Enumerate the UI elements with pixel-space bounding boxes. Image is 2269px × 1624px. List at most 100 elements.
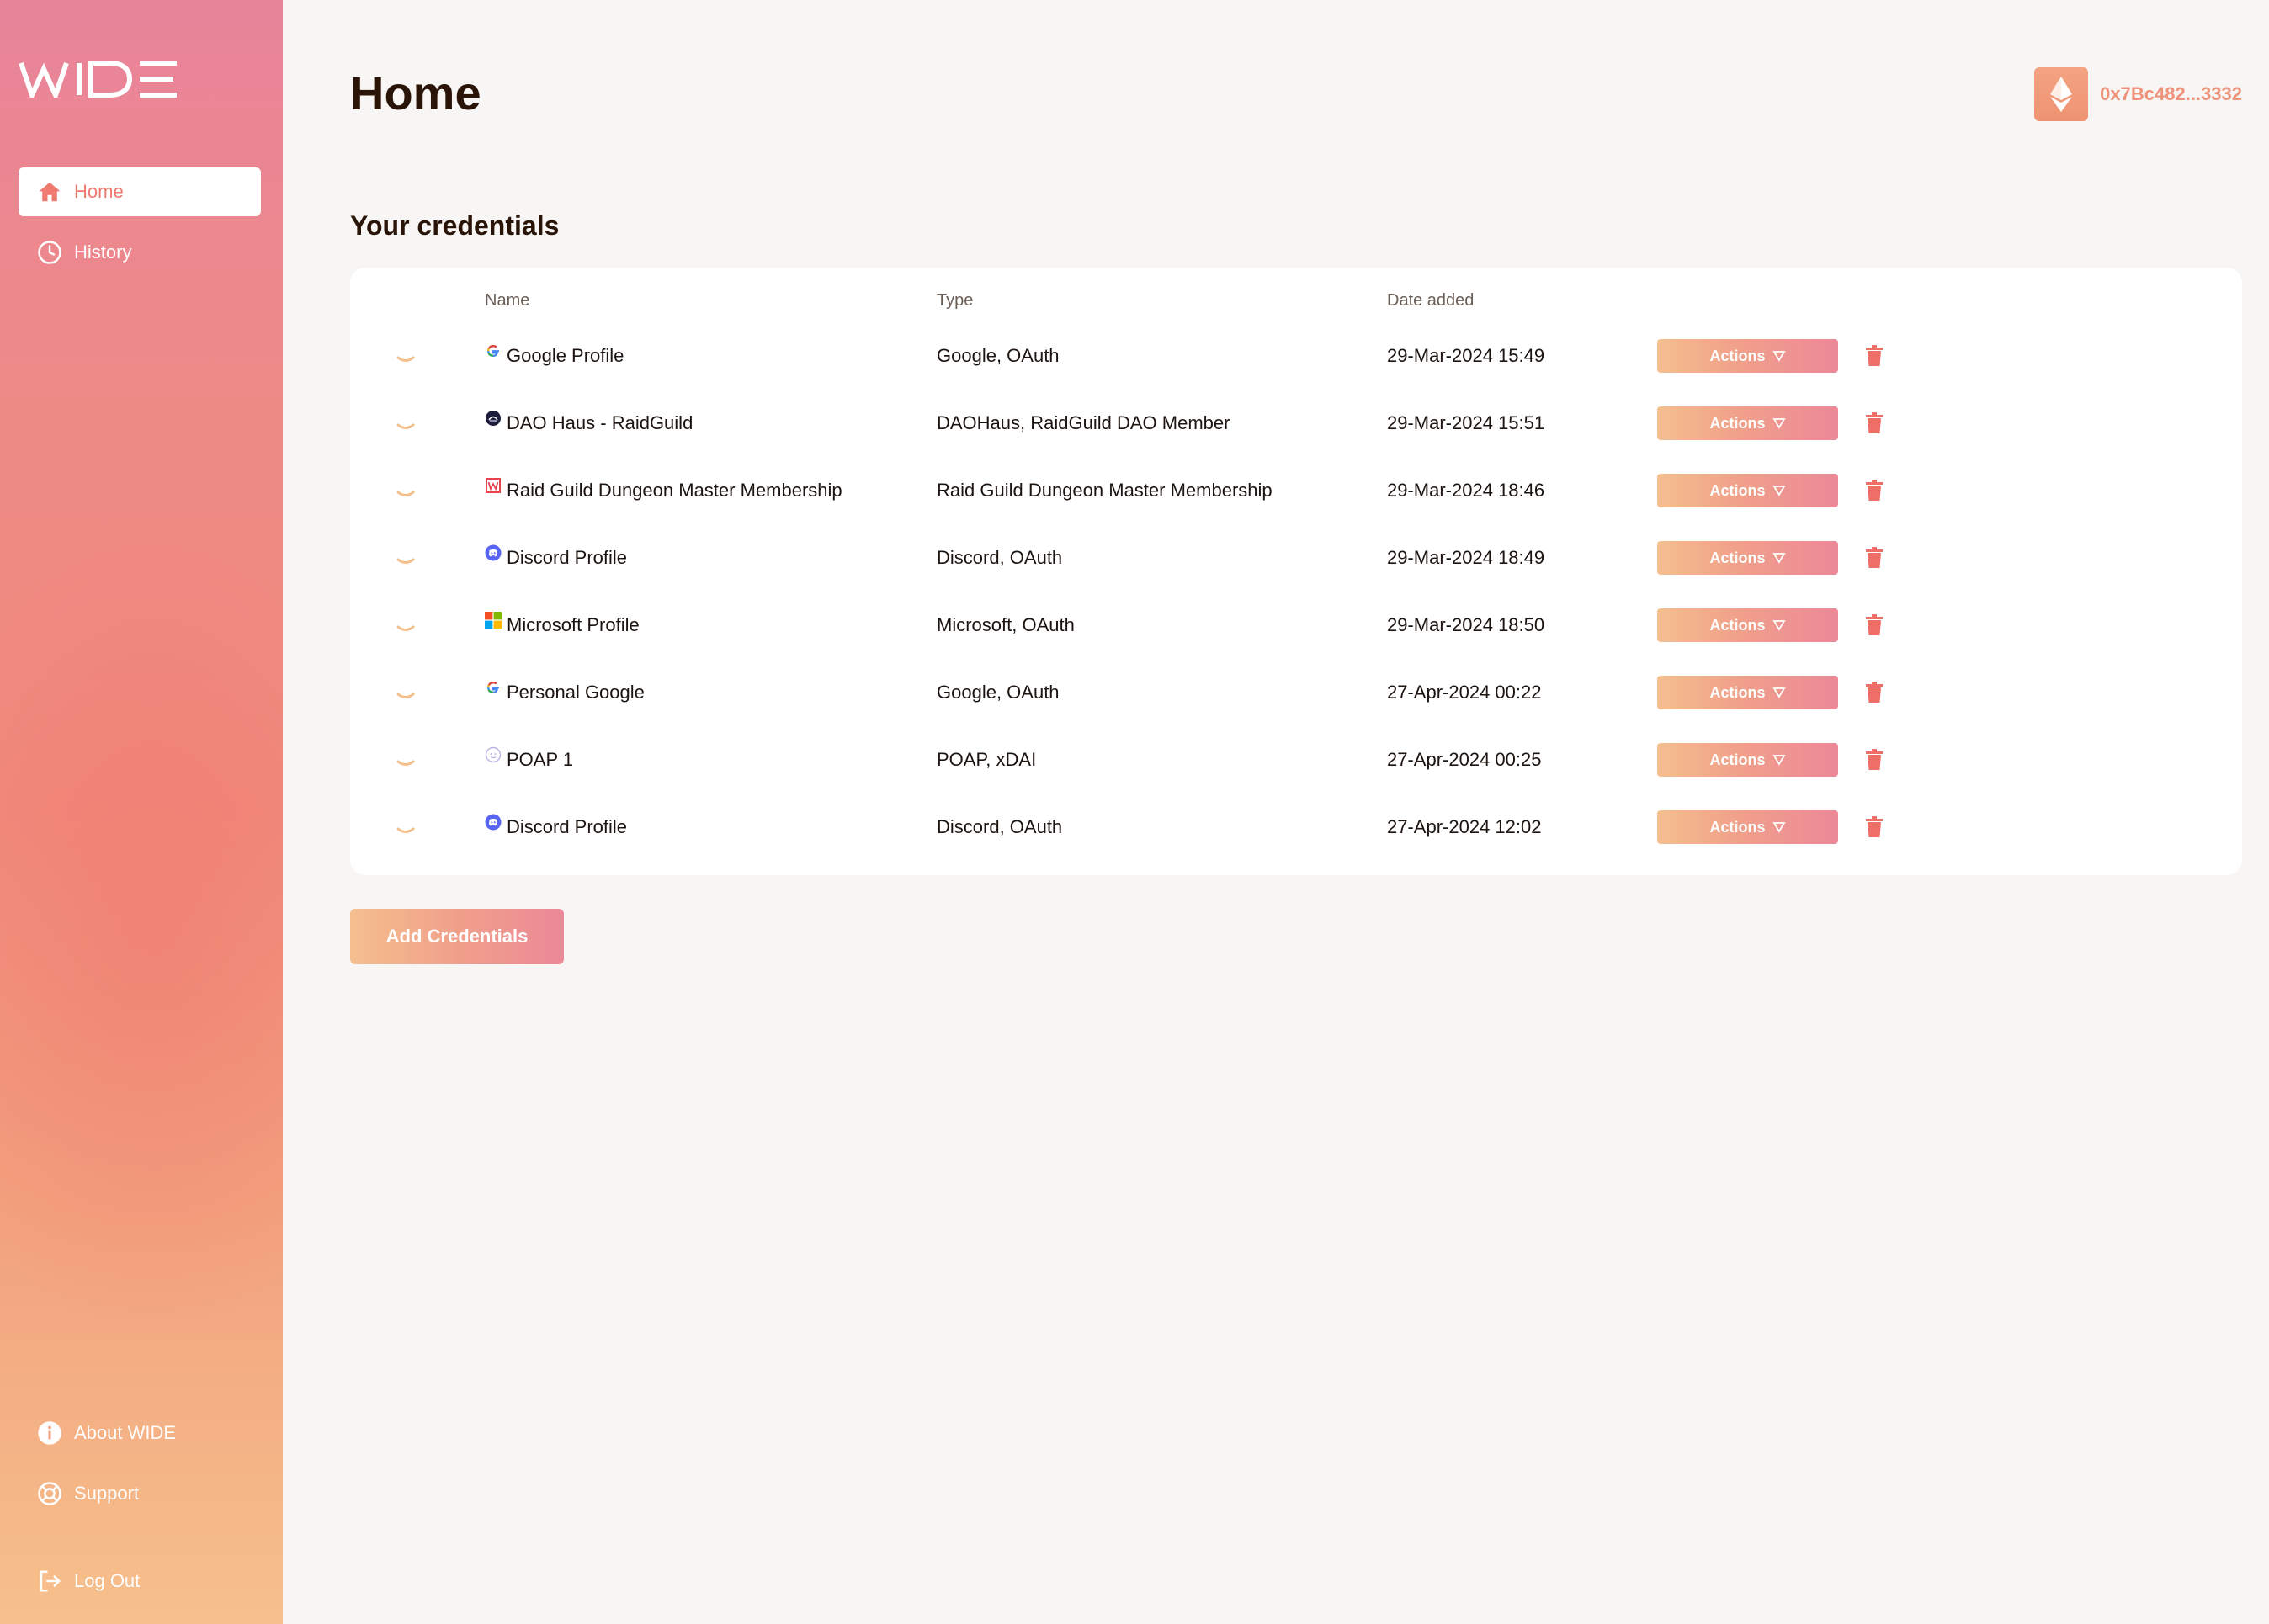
credential-name-text: Microsoft Profile: [507, 614, 640, 635]
trash-icon[interactable]: [1863, 546, 1885, 570]
credential-type: Discord, OAuth: [937, 547, 1063, 568]
trash-icon[interactable]: [1863, 411, 1885, 435]
expand-chevron-icon[interactable]: [396, 679, 416, 706]
section-title: Your credentials: [350, 210, 560, 241]
actions-dropdown-button[interactable]: Actions: [1657, 743, 1838, 777]
column-header-name: Name: [485, 291, 530, 310]
actions-dropdown-button[interactable]: Actions: [1657, 810, 1838, 844]
trash-icon[interactable]: [1863, 613, 1885, 637]
daohaus-icon: [485, 410, 502, 427]
ethereum-icon: [2050, 77, 2073, 112]
actions-label: Actions: [1709, 818, 1766, 836]
trash-icon[interactable]: [1863, 681, 1885, 704]
credential-name: Google Profile: [485, 322, 624, 390]
expand-chevron-icon[interactable]: [396, 814, 416, 841]
add-credentials-button[interactable]: Add Credentials: [350, 909, 564, 964]
page-title: Home: [350, 66, 481, 119]
actions-dropdown-button[interactable]: Actions: [1657, 541, 1838, 575]
sidebar-item-home[interactable]: Home: [19, 167, 261, 216]
wallet-address: 0x7Bc482...3332: [2100, 83, 2242, 104]
lifebuoy-icon: [38, 1482, 61, 1505]
clock-icon: [38, 241, 61, 264]
trash-icon[interactable]: [1863, 479, 1885, 502]
triangle-down-icon: [1772, 822, 1786, 833]
trash-icon[interactable]: [1863, 344, 1885, 368]
account-badge[interactable]: 0x7Bc482...3332: [2034, 67, 2242, 121]
credential-name-text: Discord Profile: [507, 816, 628, 837]
table-row: Microsoft Profile Microsoft, OAuth 29-Ma…: [350, 592, 2242, 659]
table-row: Google Profile Google, OAuth 29-Mar-2024…: [350, 322, 2242, 390]
expand-chevron-icon[interactable]: [396, 410, 416, 437]
sidebar: Home History About WIDE Support Log Out: [0, 0, 283, 1624]
expand-chevron-icon[interactable]: [396, 477, 416, 504]
trash-icon[interactable]: [1863, 815, 1885, 839]
credential-date: 27-Apr-2024 00:22: [1387, 682, 1542, 703]
credential-name: Microsoft Profile: [485, 592, 640, 659]
actions-label: Actions: [1709, 683, 1766, 701]
credential-date: 29-Mar-2024 18:46: [1387, 480, 1545, 501]
triangle-down-icon: [1772, 553, 1786, 564]
credential-type: POAP, xDAI: [937, 749, 1037, 770]
microsoft-icon: [485, 612, 502, 629]
credential-type: Discord, OAuth: [937, 816, 1063, 837]
sidebar-item-support[interactable]: Support: [19, 1469, 261, 1518]
credential-name: Discord Profile: [485, 524, 627, 592]
credential-date: 27-Apr-2024 00:25: [1387, 749, 1542, 770]
raidguild-icon: [485, 477, 502, 494]
credential-name: DAO Haus - RaidGuild: [485, 390, 693, 457]
credential-date: 29-Mar-2024 18:49: [1387, 547, 1545, 568]
sidebar-item-label: Log Out: [74, 1570, 141, 1591]
wide-logo-mark: [19, 61, 177, 98]
credential-date: 29-Mar-2024 15:49: [1387, 345, 1545, 366]
column-header-type: Type: [937, 291, 974, 310]
sidebar-item-history[interactable]: History: [19, 228, 261, 277]
triangle-down-icon: [1772, 687, 1786, 698]
actions-dropdown-button[interactable]: Actions: [1657, 474, 1838, 507]
trash-icon[interactable]: [1863, 748, 1885, 772]
credential-name-text: DAO Haus - RaidGuild: [507, 412, 693, 433]
expand-chevron-icon[interactable]: [396, 746, 416, 773]
credential-name-text: Discord Profile: [507, 547, 628, 568]
table-row: POAP 1 POAP, xDAI 27-Apr-2024 00:25 Acti…: [350, 726, 2242, 793]
poap-icon: [485, 746, 502, 763]
app-root: Home History About WIDE Support Log Out …: [0, 0, 2269, 1624]
credential-name: Personal Google: [485, 659, 645, 726]
sidebar-item-label: Support: [74, 1483, 140, 1504]
credential-name-text: Personal Google: [507, 682, 645, 703]
table-row: Raid Guild Dungeon Master Membership Rai…: [350, 457, 2242, 524]
credential-type: Google, OAuth: [937, 682, 1060, 703]
credential-type: Google, OAuth: [937, 345, 1060, 366]
table-row: Discord Profile Discord, OAuth 29-Mar-20…: [350, 524, 2242, 592]
info-icon: [38, 1421, 61, 1445]
credential-name-text: Google Profile: [507, 345, 624, 366]
wide-logo[interactable]: [19, 61, 178, 98]
expand-chevron-icon[interactable]: [396, 612, 416, 639]
actions-dropdown-button[interactable]: Actions: [1657, 406, 1838, 440]
home-icon: [39, 182, 61, 202]
actions-label: Actions: [1709, 481, 1766, 499]
actions-label: Actions: [1709, 549, 1766, 566]
discord-icon: [485, 814, 502, 831]
ethereum-badge: [2034, 67, 2089, 121]
credential-date: 29-Mar-2024 18:50: [1387, 614, 1545, 635]
actions-label: Actions: [1709, 616, 1766, 634]
sidebar-item-about[interactable]: About WIDE: [19, 1409, 261, 1457]
triangle-down-icon: [1772, 486, 1786, 496]
triangle-down-icon: [1772, 755, 1786, 766]
table-header: Name Type Date added: [350, 291, 2242, 325]
actions-label: Actions: [1709, 347, 1766, 364]
credential-type: Microsoft, OAuth: [937, 614, 1075, 635]
credential-name: Raid Guild Dungeon Master Membership: [485, 457, 842, 524]
triangle-down-icon: [1772, 418, 1786, 429]
expand-chevron-icon[interactable]: [396, 342, 416, 369]
actions-dropdown-button[interactable]: Actions: [1657, 608, 1838, 642]
expand-chevron-icon[interactable]: [396, 544, 416, 571]
triangle-down-icon: [1772, 620, 1786, 631]
actions-dropdown-button[interactable]: Actions: [1657, 676, 1838, 709]
sidebar-item-label: About WIDE: [74, 1422, 177, 1443]
sidebar-item-logout[interactable]: Log Out: [19, 1557, 261, 1605]
column-header-date: Date added: [1387, 291, 1475, 310]
actions-dropdown-button[interactable]: Actions: [1657, 339, 1838, 373]
actions-label: Actions: [1709, 751, 1766, 768]
credential-type: DAOHaus, RaidGuild DAO Member: [937, 412, 1230, 433]
